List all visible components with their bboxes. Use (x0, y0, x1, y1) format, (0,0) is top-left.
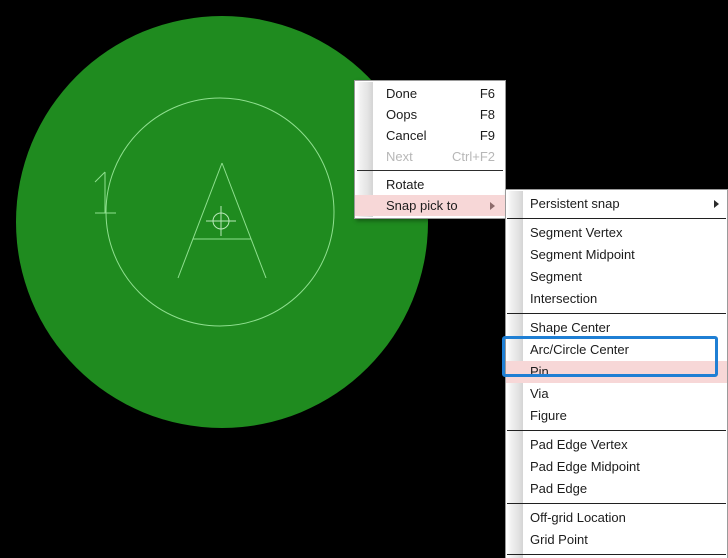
menu-item-label: Done (386, 86, 418, 101)
submenu-item-label: Off-grid Location (530, 510, 626, 525)
menu-item-rotate[interactable]: Rotate (355, 174, 505, 195)
submenu-separator (507, 554, 726, 555)
submenu-separator (507, 313, 726, 314)
submenu-item-intersection[interactable]: Intersection (506, 288, 727, 310)
submenu-item-pad-edge-vertex[interactable]: Pad Edge Vertex (506, 434, 727, 456)
submenu-item-pad-edge-midpoint[interactable]: Pad Edge Midpoint (506, 456, 727, 478)
submenu-item-shape-center[interactable]: Shape Center (506, 317, 727, 339)
menu-separator (357, 170, 503, 171)
submenu-item-grid-point[interactable]: Grid Point (506, 529, 727, 551)
menu-item-label: Cancel (386, 128, 427, 143)
menu-item-label: Rotate (386, 177, 425, 192)
submenu-separator (507, 218, 726, 219)
context-menu[interactable]: Done F6 Oops F8 Cancel F9 Next Ctrl+F2 R… (354, 80, 506, 219)
submenu-item-label: Arc/Circle Center (530, 342, 629, 357)
snap-pick-to-submenu[interactable]: Persistent snap Segment Vertex Segment M… (505, 189, 728, 558)
submenu-separator (507, 430, 726, 431)
menu-item-shortcut: F6 (479, 86, 495, 101)
submenu-item-label: Segment (530, 269, 583, 284)
submenu-item-segment[interactable]: Segment (506, 266, 727, 288)
menu-item-shortcut: Ctrl+F2 (452, 149, 495, 164)
menu-item-label: Oops (386, 107, 418, 122)
context-menu-items: Done F6 Oops F8 Cancel F9 Next Ctrl+F2 R… (355, 83, 505, 216)
submenu-item-segment-midpoint[interactable]: Segment Midpoint (506, 244, 727, 266)
submenu-item-label: Pad Edge Vertex (530, 437, 628, 452)
submenu-item-via[interactable]: Via (506, 383, 727, 405)
submenu-item-pin[interactable]: Pin (506, 361, 727, 383)
submenu-item-label: Persistent snap (530, 196, 620, 211)
menu-item-oops[interactable]: Oops F8 (355, 104, 505, 125)
submenu-item-label: Grid Point (530, 532, 588, 547)
submenu-item-label: Via (530, 386, 549, 401)
menu-item-label: Next (386, 149, 413, 164)
submenu-item-label: Segment Midpoint (530, 247, 635, 262)
submenu-item-arc-circle-center[interactable]: Arc/Circle Center (506, 339, 727, 361)
menu-item-snap-pick-to[interactable]: Snap pick to (355, 195, 505, 216)
submenu-item-label: Pad Edge Midpoint (530, 459, 640, 474)
chevron-right-icon (714, 200, 719, 208)
menu-item-cancel[interactable]: Cancel F9 (355, 125, 505, 146)
submenu-item-label: Pad Edge (530, 481, 588, 496)
chevron-right-icon (490, 201, 495, 210)
submenu-separator (507, 503, 726, 504)
submenu-item-off-grid-location[interactable]: Off-grid Location (506, 507, 727, 529)
application-window: Done F6 Oops F8 Cancel F9 Next Ctrl+F2 R… (0, 0, 728, 558)
menu-item-shortcut: F8 (479, 107, 495, 122)
submenu-item-pad-edge[interactable]: Pad Edge (506, 478, 727, 500)
submenu-item-label: Shape Center (530, 320, 611, 335)
submenu-item-segment-vertex[interactable]: Segment Vertex (506, 222, 727, 244)
submenu-item-label: Figure (530, 408, 567, 423)
copper-pad-circle[interactable] (16, 16, 428, 428)
submenu-item-label: Intersection (530, 291, 598, 306)
menu-item-next: Next Ctrl+F2 (355, 146, 505, 167)
submenu-item-persistent-snap[interactable]: Persistent snap (506, 193, 727, 215)
menu-item-label: Snap pick to (386, 198, 458, 213)
submenu-item-label: Pin (530, 364, 549, 379)
submenu-item-label: Segment Vertex (530, 225, 623, 240)
menu-item-shortcut: F9 (479, 128, 495, 143)
submenu-item-figure[interactable]: Figure (506, 405, 727, 427)
submenu-items: Persistent snap Segment Vertex Segment M… (506, 193, 727, 558)
menu-item-done[interactable]: Done F6 (355, 83, 505, 104)
